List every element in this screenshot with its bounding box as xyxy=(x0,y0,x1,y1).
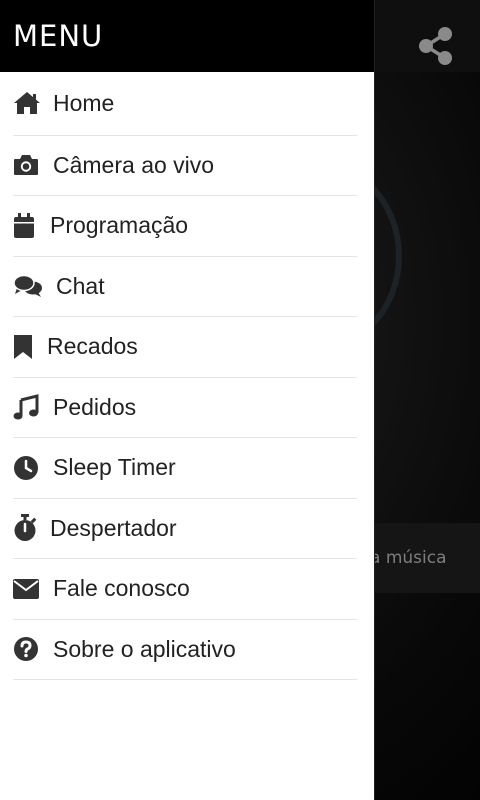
drawer-header: MENU xyxy=(0,0,374,72)
menu-item-label: Pedidos xyxy=(53,393,137,420)
menu-item-camera[interactable]: Câmera ao vivo xyxy=(13,136,357,196)
menu-item-label: Sleep Timer xyxy=(53,454,176,481)
help-circle-icon xyxy=(13,635,53,663)
clock-icon xyxy=(13,454,53,482)
menu-item-sleep-timer[interactable]: Sleep Timer xyxy=(13,438,357,499)
music-note-icon xyxy=(13,393,53,421)
stopwatch-icon xyxy=(13,514,50,542)
calendar-icon xyxy=(13,212,50,240)
menu-item-alarm[interactable]: Despertador xyxy=(13,499,357,559)
menu-list: Home Câmera ao vivo Programação Chat Rec… xyxy=(0,72,374,680)
menu-item-contact[interactable]: Fale conosco xyxy=(13,559,357,620)
menu-item-chat[interactable]: Chat xyxy=(13,257,357,317)
menu-item-label: Sobre o aplicativo xyxy=(53,635,236,662)
menu-item-home[interactable]: Home xyxy=(13,72,357,136)
menu-item-label: Home xyxy=(53,89,115,116)
bookmark-icon xyxy=(13,333,47,361)
menu-item-label: Recados xyxy=(47,333,138,360)
drawer-title: MENU xyxy=(13,19,104,53)
navigation-drawer: MENU Home Câmera ao vivo Programação Cha… xyxy=(0,0,375,800)
chat-icon xyxy=(13,272,56,300)
camera-icon xyxy=(13,151,53,179)
menu-item-label: Fale conosco xyxy=(53,575,190,602)
share-icon xyxy=(419,27,452,65)
menu-item-label: Programação xyxy=(50,212,189,239)
menu-item-label: Despertador xyxy=(50,514,177,541)
menu-item-requests[interactable]: Pedidos xyxy=(13,378,357,438)
share-button[interactable] xyxy=(418,26,454,66)
screen: a música MENU Home Câmera ao vivo Progra… xyxy=(0,0,480,800)
now-playing-text: a música xyxy=(370,548,447,568)
home-icon xyxy=(13,89,53,117)
menu-item-messages[interactable]: Recados xyxy=(13,317,357,378)
menu-item-label: Chat xyxy=(56,272,105,299)
menu-item-about[interactable]: Sobre o aplicativo xyxy=(13,620,357,680)
menu-item-schedule[interactable]: Programação xyxy=(13,196,357,257)
envelope-icon xyxy=(13,575,53,603)
menu-item-label: Câmera ao vivo xyxy=(53,151,215,178)
